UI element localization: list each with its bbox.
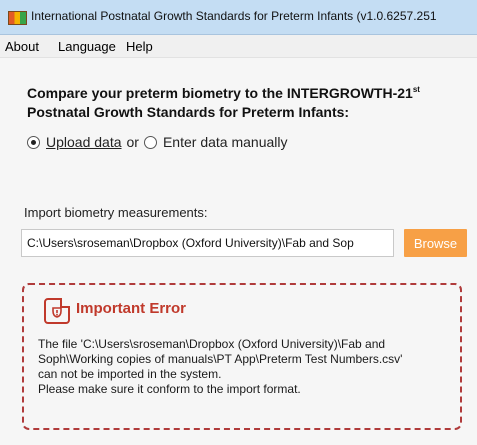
import-label: Import biometry measurements: (24, 205, 208, 220)
page-heading: Compare your preterm biometry to the INT… (27, 80, 467, 122)
upload-data-radio[interactable] (27, 135, 40, 149)
mode-separator: or (126, 134, 139, 150)
enter-manually-radio[interactable] (143, 135, 157, 149)
heading-superscript: st (412, 85, 420, 94)
enter-manually-label[interactable]: Enter data manually (163, 134, 288, 150)
document-error-icon (44, 298, 70, 324)
error-line-2: Soph\Working copies of manuals\PT App\Pr… (38, 352, 403, 366)
error-line-3: can not be imported in the system. (38, 367, 222, 381)
error-line-1: The file 'C:\Users\sroseman\Dropbox (Oxf… (38, 337, 386, 351)
heading-line2: Postnatal Growth Standards for Preterm I… (27, 104, 350, 120)
window-titlebar: International Postnatal Growth Standards… (0, 0, 477, 35)
file-path-input[interactable]: C:\Users\sroseman\Dropbox (Oxford Univer… (21, 229, 394, 257)
menu-about[interactable]: About (5, 39, 39, 54)
heading-line1: Compare your preterm biometry to the INT… (27, 85, 413, 101)
error-panel: Important Error The file 'C:\Users\srose… (22, 283, 462, 430)
menu-help[interactable]: Help (126, 39, 153, 54)
window-title: International Postnatal Growth Standards… (31, 9, 437, 23)
main-content: Compare your preterm biometry to the INT… (0, 58, 477, 445)
error-line-4: Please make sure it conform to the impor… (38, 382, 301, 396)
menu-bar: About Language Help (0, 35, 477, 58)
app-logo-icon (8, 11, 27, 25)
error-message: The file 'C:\Users\sroseman\Dropbox (Oxf… (38, 337, 448, 397)
input-mode-selector: Upload data or Enter data manually (27, 134, 288, 150)
upload-data-label[interactable]: Upload data (46, 134, 122, 150)
menu-language[interactable]: Language (58, 39, 116, 54)
error-title: Important Error (76, 300, 187, 317)
browse-button[interactable]: Browse (404, 229, 467, 257)
